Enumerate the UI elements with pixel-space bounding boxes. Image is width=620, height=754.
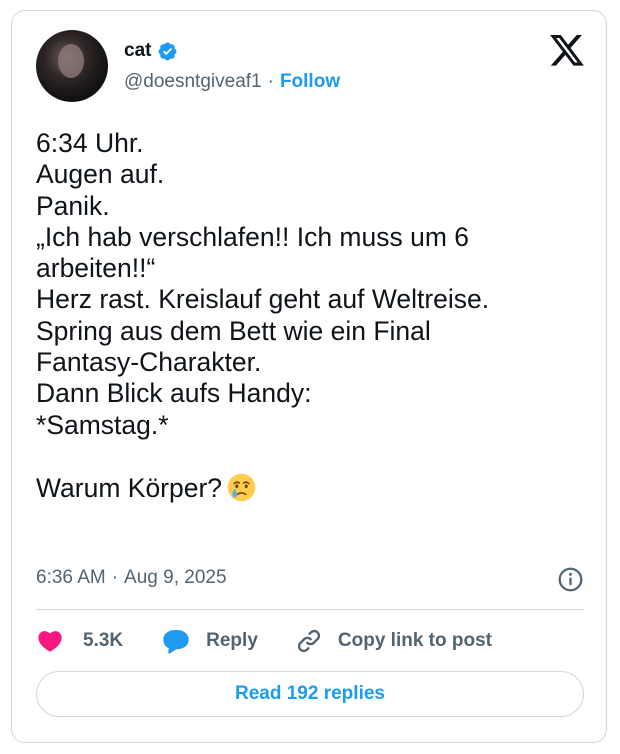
x-logo-icon[interactable]	[550, 35, 584, 66]
verified-badge-icon	[159, 42, 177, 60]
heart-icon	[38, 631, 62, 652]
post-line: Dann Blick aufs Handy:	[36, 378, 312, 409]
action-bar: 5.3K Reply Copy link to post	[36, 625, 492, 657]
post-line: Augen auf.	[36, 159, 165, 190]
read-replies-label: Read 192 replies	[235, 683, 385, 704]
speech-bubble-icon	[163, 630, 189, 654]
avatar-face	[58, 44, 84, 78]
post-last-line: Warum Körper?	[36, 472, 586, 504]
post-timestamp[interactable]: 6:36 AM · Aug 9, 2025	[36, 567, 227, 589]
reply-label: Reply	[206, 630, 258, 651]
post-line: arbeiten!!“	[36, 253, 156, 284]
copy-link-label: Copy link to post	[337, 630, 492, 651]
post-line: Spring aus dem Bett wie ein Final	[36, 315, 431, 346]
follow-button[interactable]: Follow	[280, 71, 340, 93]
reply-button[interactable]: Reply	[161, 627, 258, 655]
link-icon	[297, 629, 320, 653]
post-line: „Ich hab verschlafen!! Ich muss um 6	[36, 221, 470, 252]
embedded-post-card: cat @doesntgiveaf1 · Follow 6:34 Uhr. Au…	[11, 10, 607, 743]
author-handle[interactable]: @doesntgiveaf1	[124, 71, 262, 93]
post-line: Panik.	[36, 190, 110, 221]
like-count: 5.3K	[83, 630, 124, 651]
post-line: Warum Körper?	[36, 472, 223, 503]
like-button[interactable]: 5.3K	[36, 627, 123, 655]
post-line: Herz rast. Kreislauf geht auf Weltreise.	[36, 284, 490, 315]
post-blank-line	[36, 441, 586, 472]
author-name-row: cat	[124, 38, 178, 64]
post-time: 6:36 AM	[36, 567, 106, 588]
info-icon[interactable]	[557, 566, 584, 593]
author-handle-row: @doesntgiveaf1 · Follow	[124, 71, 340, 93]
post-date: Aug 9, 2025	[124, 567, 227, 588]
post-line: Fantasy-Charakter.	[36, 347, 262, 378]
copy-link-button[interactable]: Copy link to post	[295, 627, 492, 655]
author-name[interactable]: cat	[124, 40, 151, 62]
handle-separator: ·	[267, 71, 274, 92]
time-separator: ·	[111, 567, 119, 588]
post-line: 6:34 Uhr.	[36, 128, 144, 158]
post-text: 6:34 Uhr. Augen auf. Panik. „Ich hab ver…	[36, 128, 586, 504]
face-holding-back-tears-icon	[227, 473, 256, 502]
divider	[36, 609, 584, 610]
avatar[interactable]	[36, 30, 108, 102]
post-line: *Samstag.*	[36, 409, 169, 440]
read-replies-button[interactable]: Read 192 replies	[36, 671, 584, 717]
